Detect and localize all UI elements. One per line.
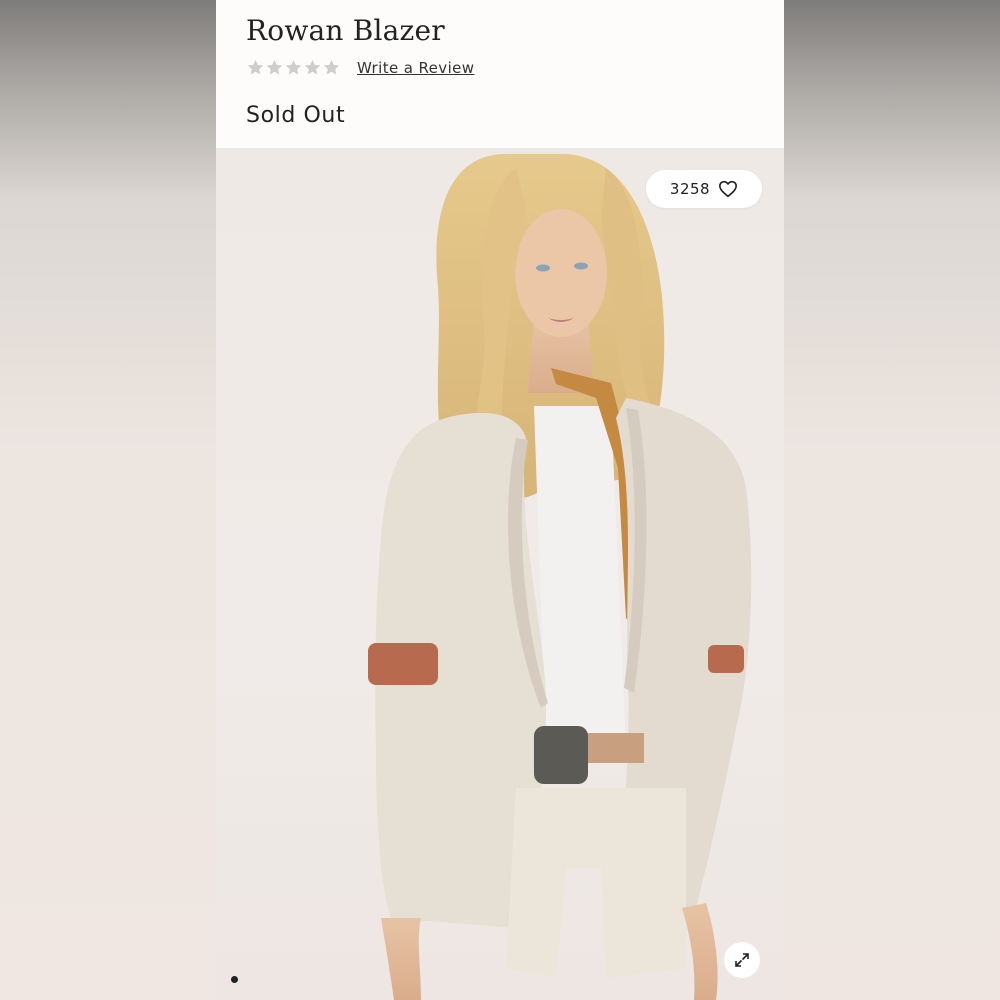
write-review-link[interactable]: Write a Review <box>357 59 474 77</box>
product-title: Rowan Blazer <box>246 14 445 47</box>
slide-indicator-dot[interactable] <box>231 976 238 983</box>
model-photo <box>368 154 752 1000</box>
backdrop-left <box>0 0 216 1000</box>
product-panel: Rowan Blazer Write a Review Sold Out 325… <box>216 0 784 1000</box>
star-icon <box>246 58 265 77</box>
rating-row: Write a Review <box>246 58 474 77</box>
star-icon <box>265 58 284 77</box>
backdrop-right <box>784 0 1000 1000</box>
star-icon <box>303 58 322 77</box>
expand-button[interactable] <box>724 942 760 978</box>
product-header: Rowan Blazer Write a Review Sold Out <box>216 0 784 148</box>
star-icon <box>322 58 341 77</box>
product-image[interactable]: 3258 <box>216 148 784 1000</box>
like-button[interactable]: 3258 <box>646 170 762 208</box>
star-rating <box>246 58 341 77</box>
star-icon <box>284 58 303 77</box>
likes-count: 3258 <box>669 180 711 198</box>
heart-icon <box>719 180 738 198</box>
sold-out-status: Sold Out <box>246 103 346 128</box>
expand-icon <box>735 953 749 967</box>
